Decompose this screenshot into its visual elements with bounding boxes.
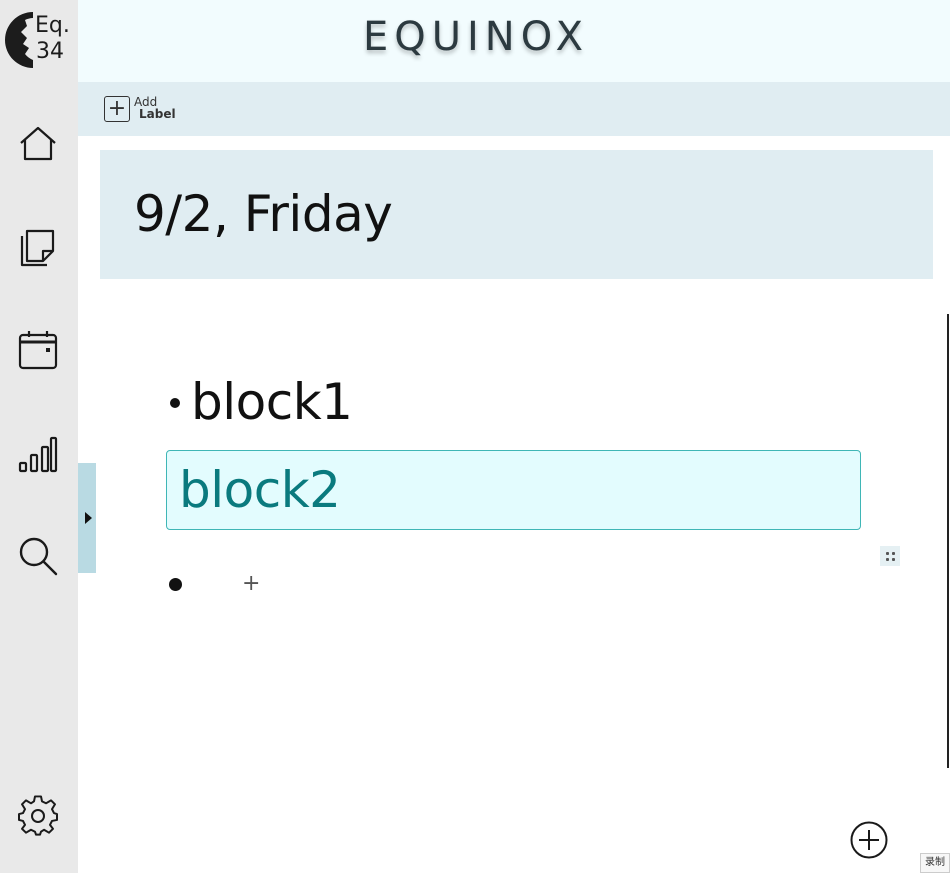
- app-header: EQUINOX: [78, 0, 950, 82]
- add-label-text: Add Label: [134, 96, 176, 120]
- caret-right-icon: [84, 512, 92, 524]
- bar-chart-icon: [18, 436, 58, 473]
- add-block-button[interactable]: +: [242, 572, 260, 596]
- record-tag[interactable]: 录制: [920, 853, 950, 873]
- sidebar: Eq. 34: [0, 0, 78, 873]
- notes-icon: [20, 229, 55, 267]
- bullet-icon: [169, 578, 182, 591]
- logo-globe-icon: [5, 12, 33, 68]
- sidebar-collapse-handle[interactable]: [78, 463, 96, 573]
- sidebar-item-calendar[interactable]: [16, 328, 60, 372]
- calendar-icon: [18, 331, 58, 370]
- app-title: EQUINOX: [362, 14, 590, 60]
- page-title: 9/2, Friday: [134, 185, 393, 243]
- list-item-block2-editing[interactable]: block2: [166, 450, 861, 530]
- add-page-button[interactable]: [850, 821, 888, 859]
- logo-text-line2: 34: [36, 39, 64, 64]
- sidebar-item-search[interactable]: [16, 534, 60, 578]
- bullet-icon: [170, 398, 180, 408]
- logo-text-line1: Eq.: [35, 13, 70, 38]
- label-bar: + Add Label: [78, 82, 950, 136]
- gear-icon: [18, 795, 58, 836]
- plus-box-icon: +: [104, 96, 130, 122]
- block2-input[interactable]: block2: [179, 459, 341, 521]
- scrollbar-track[interactable]: [947, 314, 949, 768]
- sidebar-item-notes[interactable]: [16, 224, 60, 268]
- sidebar-item-home[interactable]: [16, 122, 60, 166]
- date-banner: 9/2, Friday: [100, 150, 933, 279]
- home-icon: [20, 126, 56, 161]
- sidebar-item-stats[interactable]: [16, 432, 60, 476]
- list-item-block1[interactable]: block1: [191, 370, 353, 434]
- sidebar-item-settings[interactable]: [16, 794, 60, 838]
- add-circle-icon: [850, 821, 888, 859]
- add-label-button[interactable]: + Add Label: [104, 96, 176, 122]
- search-icon: [19, 537, 58, 576]
- app-logo[interactable]: Eq. 34: [3, 8, 75, 72]
- add-label-line2: Label: [139, 107, 176, 121]
- drag-handle-icon[interactable]: [880, 546, 900, 566]
